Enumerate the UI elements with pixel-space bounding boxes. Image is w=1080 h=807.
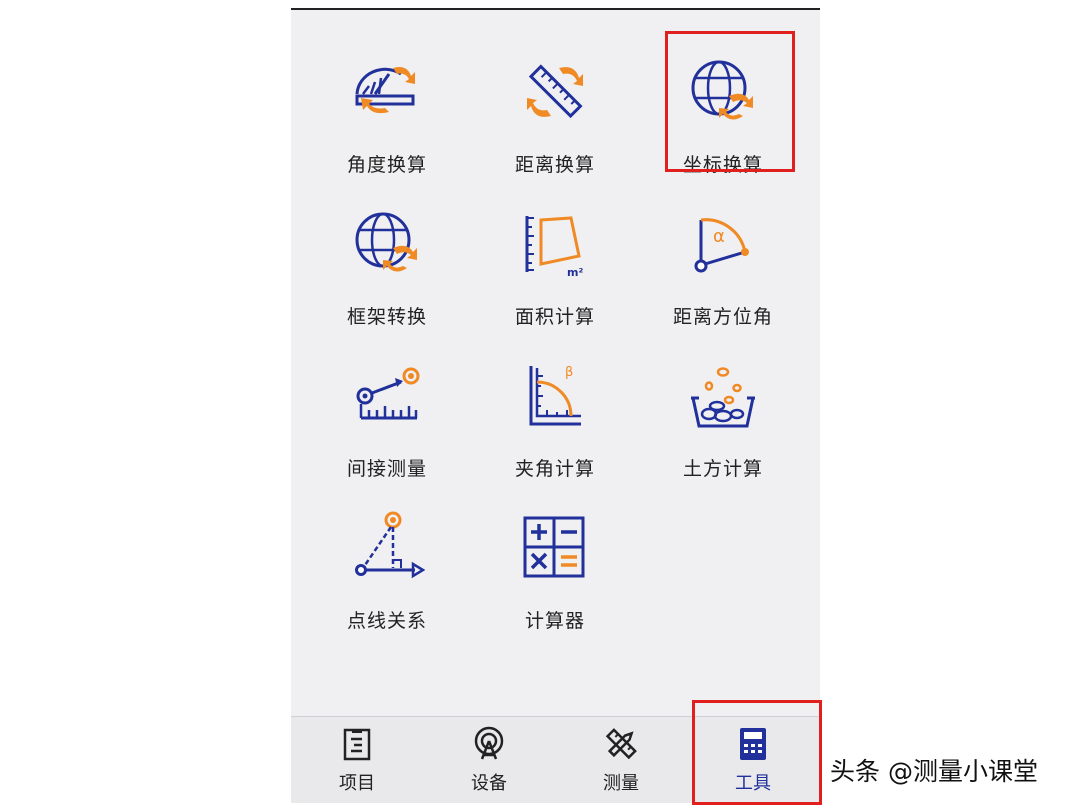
tool-earthwork-calc[interactable]: 土方计算 [639,336,807,486]
tab-project[interactable]: 项目 [291,717,423,804]
tool-label: 面积计算 [514,306,595,328]
tool-label: 间接测量 [346,458,427,480]
tool-label: 角度换算 [346,154,427,176]
tools-icon [734,725,772,763]
project-icon [338,725,376,763]
tool-included-angle[interactable]: β 夹角计算 [471,336,639,486]
bottom-tab-bar: 项目 设备 测量 工具 [291,716,820,803]
tool-label: 坐标换算 [682,154,763,176]
tool-distance-convert[interactable]: 距离换算 [471,32,639,182]
device-icon [470,725,508,763]
phone-screen: 角度换算 距离换算 坐标换算 框架转换 m² 面积计算 α 距离方位角 间接测量… [291,8,820,803]
tool-label: 点线关系 [346,610,427,632]
calculator-icon [517,510,593,586]
area-unit-text: m² [567,266,583,279]
tool-label: 夹角计算 [514,458,595,480]
tab-label: 工具 [735,773,771,794]
tab-device[interactable]: 设备 [423,717,555,804]
tool-label: 距离换算 [514,154,595,176]
tool-distance-azimuth[interactable]: α 距离方位角 [639,184,807,334]
tool-frame-transform[interactable]: 框架转换 [303,184,471,334]
tool-calculator[interactable]: 计算器 [471,488,639,638]
tool-coordinate-convert[interactable]: 坐标换算 [639,32,807,182]
tool-angle-convert[interactable]: 角度换算 [303,32,471,182]
tool-label: 距离方位角 [672,306,773,328]
tab-measure[interactable]: 测量 [555,717,687,804]
tool-label: 框架转换 [346,306,427,328]
tool-point-line[interactable]: 点线关系 [303,488,471,638]
tab-label: 设备 [471,773,507,794]
distance-convert-icon [517,54,593,130]
tool-label: 土方计算 [682,458,763,480]
tool-indirect-measure[interactable]: 间接测量 [303,336,471,486]
alpha-text: α [713,226,725,247]
tab-label: 项目 [339,773,375,794]
indirect-measure-icon [349,358,425,434]
earthwork-calc-icon [685,358,761,434]
coordinate-convert-icon [685,54,761,130]
beta-text: β [565,365,573,380]
watermark-text: 头条 @测量小课堂 [830,757,1038,786]
tool-label: 计算器 [524,610,585,632]
measure-icon [602,725,640,763]
screenshot: 角度换算 距离换算 坐标换算 框架转换 m² 面积计算 α 距离方位角 间接测量… [0,0,1080,807]
tab-tools[interactable]: 工具 [687,717,819,804]
point-line-icon [349,510,425,586]
frame-transform-icon [349,206,425,282]
area-calc-icon: m² [517,206,593,282]
tool-area-calc[interactable]: m² 面积计算 [471,184,639,334]
tab-label: 测量 [603,773,639,794]
distance-azimuth-icon: α [685,206,761,282]
angle-convert-icon [349,54,425,130]
included-angle-icon: β [517,358,593,434]
